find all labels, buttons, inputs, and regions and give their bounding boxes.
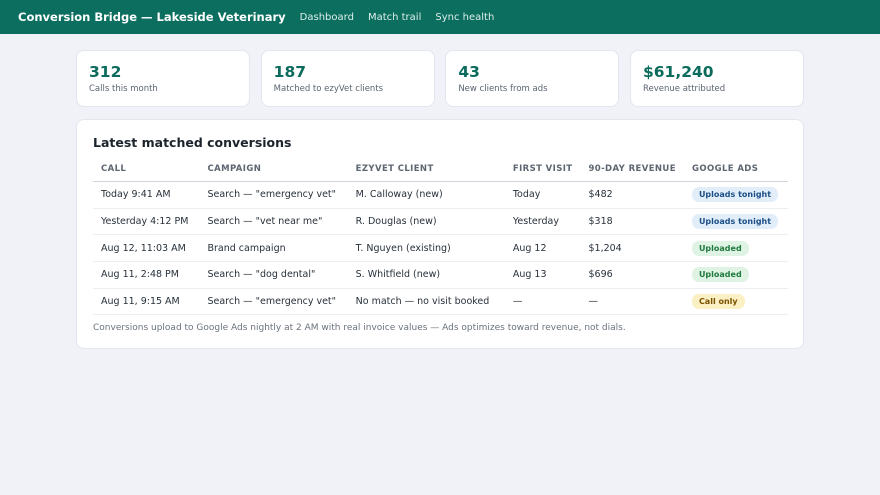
status-badge: Uploaded [691,267,749,283]
stats-row: 312 Calls this month 187 Matched to ezyV… [76,50,804,107]
cell-status: Uploads tonight [683,208,788,236]
cell-client: S. Whitfield (new) [347,261,505,289]
cell-first-visit: Yesterday [504,208,581,236]
cell-status: Uploaded [683,234,788,263]
cell-call: Aug 11, 9:15 AM [93,288,200,316]
stat-card-new-clients: 43 New clients from ads [445,50,620,107]
stat-value: $61,240 [642,63,714,81]
cell-first-visit: Today [504,181,581,209]
conversions-panel: Latest matched conversions CALL CAMPAIGN… [76,119,804,349]
stat-value: 312 [89,63,122,81]
stat-label: New clients from ads [458,84,548,94]
cell-revenue: $696 [580,261,684,289]
table-row[interactable]: Yesterday 4:12 PM Search — "vet near me"… [93,208,788,236]
table-row[interactable]: Aug 11, 9:15 AM Search — "emergency vet"… [93,288,788,316]
stat-card-revenue: $61,240 Revenue attributed [629,50,804,107]
cell-campaign: Search — "dog dental" [199,261,348,289]
cell-revenue: $1,204 [580,234,684,263]
cell-status: Call only [683,288,788,316]
stat-label: Matched to ezyVet clients [273,84,384,94]
column-header-first-visit: FIRST VISIT [504,164,581,182]
cell-call: Today 9:41 AM [93,181,200,209]
stat-card-calls: 312 Calls this month [76,50,250,107]
nav-match-trail[interactable]: Match trail [368,12,421,23]
cell-status: Uploaded [683,261,788,289]
column-header-campaign: CAMPAIGN [199,164,348,182]
table-header-row: CALL CAMPAIGN EZYVET CLIENT FIRST VISIT … [93,164,788,182]
column-header-client: EZYVET CLIENT [347,164,505,182]
cell-status: Uploads tonight [683,181,788,209]
nav-dashboard[interactable]: Dashboard [300,12,354,23]
top-nav-bar: Conversion Bridge — Lakeside Veterinary … [0,0,880,34]
cell-call: Yesterday 4:12 PM [93,208,200,236]
conversions-table: CALL CAMPAIGN EZYVET CLIENT FIRST VISIT … [93,164,788,316]
stat-label: Calls this month [89,84,158,94]
app-title: Conversion Bridge — Lakeside Veterinary [18,10,286,24]
cell-first-visit: Aug 13 [504,261,581,289]
cell-first-visit: Aug 12 [504,234,581,263]
cell-call: Aug 12, 11:03 AM [93,234,200,263]
cell-call: Aug 11, 2:48 PM [93,261,200,289]
status-badge: Uploads tonight [691,214,779,230]
cell-revenue: — [580,288,684,316]
cell-campaign: Brand campaign [199,234,348,263]
cell-client: T. Nguyen (existing) [347,234,505,263]
nav-sync-health[interactable]: Sync health [435,12,494,23]
stat-value: 43 [458,63,480,81]
status-badge: Uploads tonight [691,187,779,203]
stat-value: 187 [273,63,307,81]
table-row[interactable]: Aug 12, 11:03 AM Brand campaign T. Nguye… [93,234,788,263]
column-header-google-ads: GOOGLE ADS [683,164,788,182]
column-header-call: CALL [93,164,200,182]
cell-campaign: Search — "emergency vet" [199,288,348,316]
cell-client: R. Douglas (new) [347,208,505,236]
cell-campaign: Search — "emergency vet" [199,181,348,209]
stat-card-matched: 187 Matched to ezyVet clients [260,50,435,107]
cell-revenue: $482 [580,181,684,209]
column-header-revenue: 90-DAY REVENUE [580,164,684,182]
status-badge: Uploaded [691,240,749,256]
stat-label: Revenue attributed [642,84,726,94]
footnote: Conversions upload to Google Ads nightly… [93,323,626,334]
cell-campaign: Search — "vet near me" [199,208,348,236]
status-badge: Call only [691,294,745,310]
table-row[interactable]: Today 9:41 AM Search — "emergency vet" M… [93,181,788,209]
cell-client: M. Calloway (new) [347,181,505,209]
cell-revenue: $318 [580,208,684,236]
cell-first-visit: — [504,288,581,316]
table-row[interactable]: Aug 11, 2:48 PM Search — "dog dental" S.… [93,261,788,289]
panel-title: Latest matched conversions [93,135,292,150]
cell-client: No match — no visit booked [347,288,505,316]
